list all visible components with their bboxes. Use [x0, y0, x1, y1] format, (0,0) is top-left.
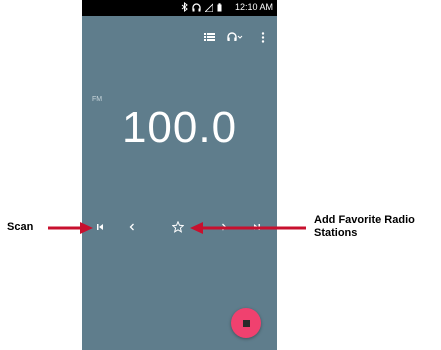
scan-arrow [48, 222, 93, 234]
battery-icon [217, 2, 222, 11]
signal-icon [205, 2, 213, 12]
stop-icon [242, 319, 250, 327]
bluetooth-icon [181, 2, 188, 12]
scan-icon[interactable] [95, 222, 105, 232]
previous-icon[interactable] [128, 222, 136, 232]
station-list-icon[interactable] [204, 32, 215, 42]
fm-radio-screen: 12:10 AM FM 100.0 [82, 0, 277, 350]
frequency-display: 100.0 [121, 103, 238, 152]
more-options-icon[interactable] [261, 32, 265, 43]
favorite-annotation-label: Add Favorite Radio Stations [314, 214, 415, 239]
headset-output-icon[interactable] [227, 32, 243, 42]
favorite-star-icon[interactable] [172, 221, 184, 233]
stop-radio-button[interactable] [231, 308, 261, 338]
favorite-arrow [190, 222, 306, 234]
band-label: FM [92, 96, 103, 103]
status-icons [181, 2, 222, 12]
scan-annotation-label: Scan [7, 221, 34, 233]
status-time: 12:10 AM [234, 2, 273, 12]
headphones-icon [192, 2, 201, 11]
app-bar [82, 28, 277, 50]
status-bar: 12:10 AM [82, 0, 277, 16]
